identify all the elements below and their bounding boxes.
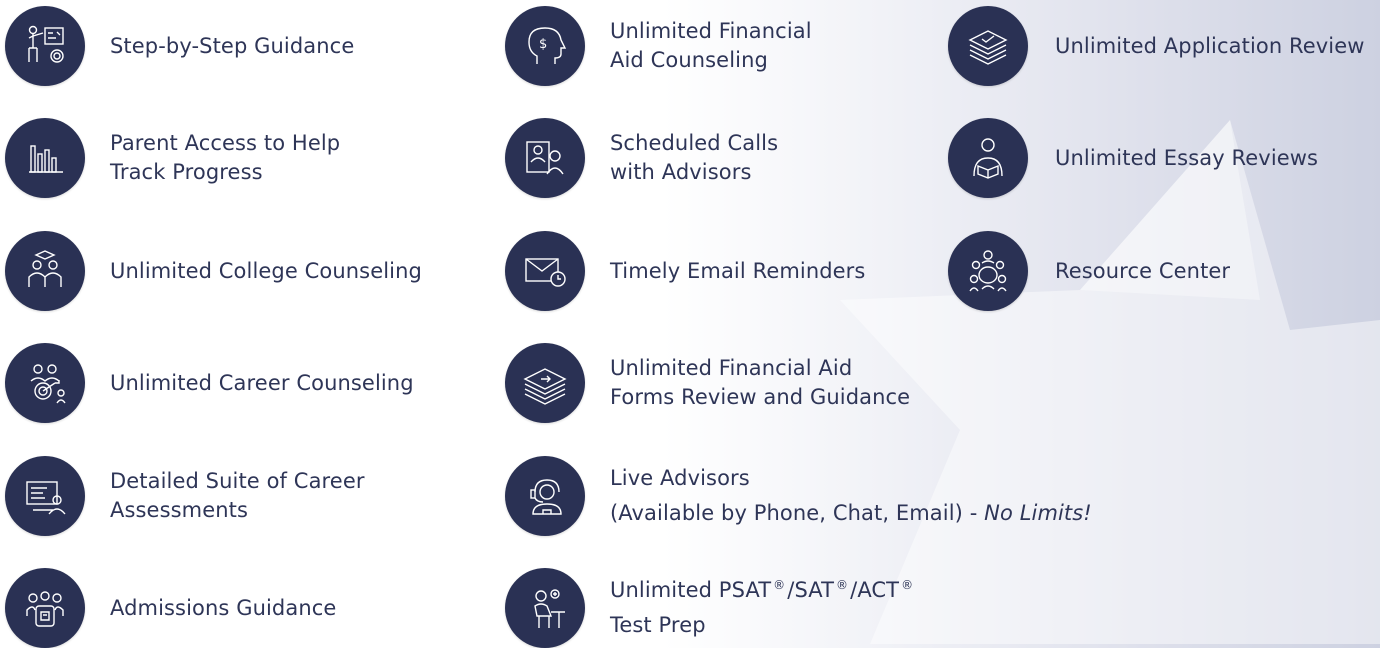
headset-advisor-icon <box>505 456 585 536</box>
feature-label: Unlimited Financial <box>610 19 812 43</box>
dollar-head-icon: $ <box>505 6 585 86</box>
feature-label-line2: (Available by Phone, Chat, Email) - <box>610 501 985 525</box>
feature-financial-aid-forms: Unlimited Financial Aid Forms Review and… <box>505 343 925 423</box>
svg-text:$: $ <box>539 37 547 52</box>
feature-label: Live Advisors <box>610 466 750 490</box>
feature-label: Unlimited Financial Aid <box>610 356 853 380</box>
feature-label: Step-by-Step Guidance <box>110 33 355 58</box>
admissions-group-icon <box>5 568 85 648</box>
forms-stack-icon <box>505 343 585 423</box>
feature-label-line2: Test Prep <box>610 613 706 637</box>
person-reading-icon <box>948 118 1028 198</box>
registered-mark: ® <box>773 578 786 592</box>
feature-admissions-guidance: Admissions Guidance <box>5 568 445 648</box>
meeting-table-icon <box>948 231 1028 311</box>
feature-label: Unlimited College Counseling <box>110 258 422 283</box>
feature-resource-center: Resource Center <box>948 231 1373 311</box>
student-desk-icon <box>505 568 585 648</box>
feature-scheduled-calls: Scheduled Calls with Advisors <box>505 118 925 198</box>
sat-label: /SAT <box>787 578 835 602</box>
feature-label-line2: Forms Review and Guidance <box>610 385 911 409</box>
feature-career-assessments: Detailed Suite of Career Assessments <box>5 456 445 536</box>
feature-parent-access: Parent Access to Help Track Progress <box>5 118 445 198</box>
feature-step-by-step-guidance: Step-by-Step Guidance <box>5 6 445 86</box>
feature-label: Detailed Suite of Career <box>110 469 365 493</box>
feature-label: Timely Email Reminders <box>610 258 866 283</box>
feature-test-prep: Unlimited PSAT ®/SAT ®/ACT ® Test Prep <box>505 568 1025 648</box>
feature-label: Admissions Guidance <box>110 595 337 620</box>
feature-college-counseling: Unlimited College Counseling <box>5 231 445 311</box>
feature-label-line2: with Advisors <box>610 160 752 184</box>
feature-essay-reviews: Unlimited Essay Reviews <box>948 118 1373 198</box>
feature-financial-aid-counseling: $ Unlimited Financial Aid Counseling <box>505 6 925 86</box>
assessment-screen-icon <box>5 456 85 536</box>
graduates-icon <box>5 231 85 311</box>
feature-label-line2: Assessments <box>110 498 249 522</box>
feature-career-counseling: Unlimited Career Counseling <box>5 343 445 423</box>
feature-label: Resource Center <box>1055 258 1231 283</box>
video-call-icon <box>505 118 585 198</box>
registered-mark: ® <box>836 578 849 592</box>
feature-label: Unlimited Application Review <box>1055 33 1365 58</box>
feature-label-line2: Track Progress <box>110 160 263 184</box>
presentation-board-icon <box>5 6 85 86</box>
career-target-icon <box>5 343 85 423</box>
feature-live-advisors: Live Advisors (Available by Phone, Chat,… <box>505 456 1125 536</box>
psat-label: Unlimited PSAT <box>610 578 772 602</box>
bar-chart-icon <box>5 118 85 198</box>
email-clock-icon <box>505 231 585 311</box>
feature-label: Parent Access to Help <box>110 131 341 155</box>
feature-label: Unlimited Essay Reviews <box>1055 145 1319 170</box>
document-stack-icon <box>948 6 1028 86</box>
no-limits-emphasis: No Limits! <box>984 501 1092 525</box>
registered-mark: ® <box>901 578 914 592</box>
feature-label: Unlimited Career Counseling <box>110 370 414 395</box>
feature-application-review: Unlimited Application Review <box>948 6 1373 86</box>
background-star-graphic <box>840 120 1380 644</box>
feature-label: Scheduled Calls <box>610 131 779 155</box>
feature-email-reminders: Timely Email Reminders <box>505 231 925 311</box>
act-label: /ACT <box>850 578 900 602</box>
feature-label-line2: Aid Counseling <box>610 48 768 72</box>
